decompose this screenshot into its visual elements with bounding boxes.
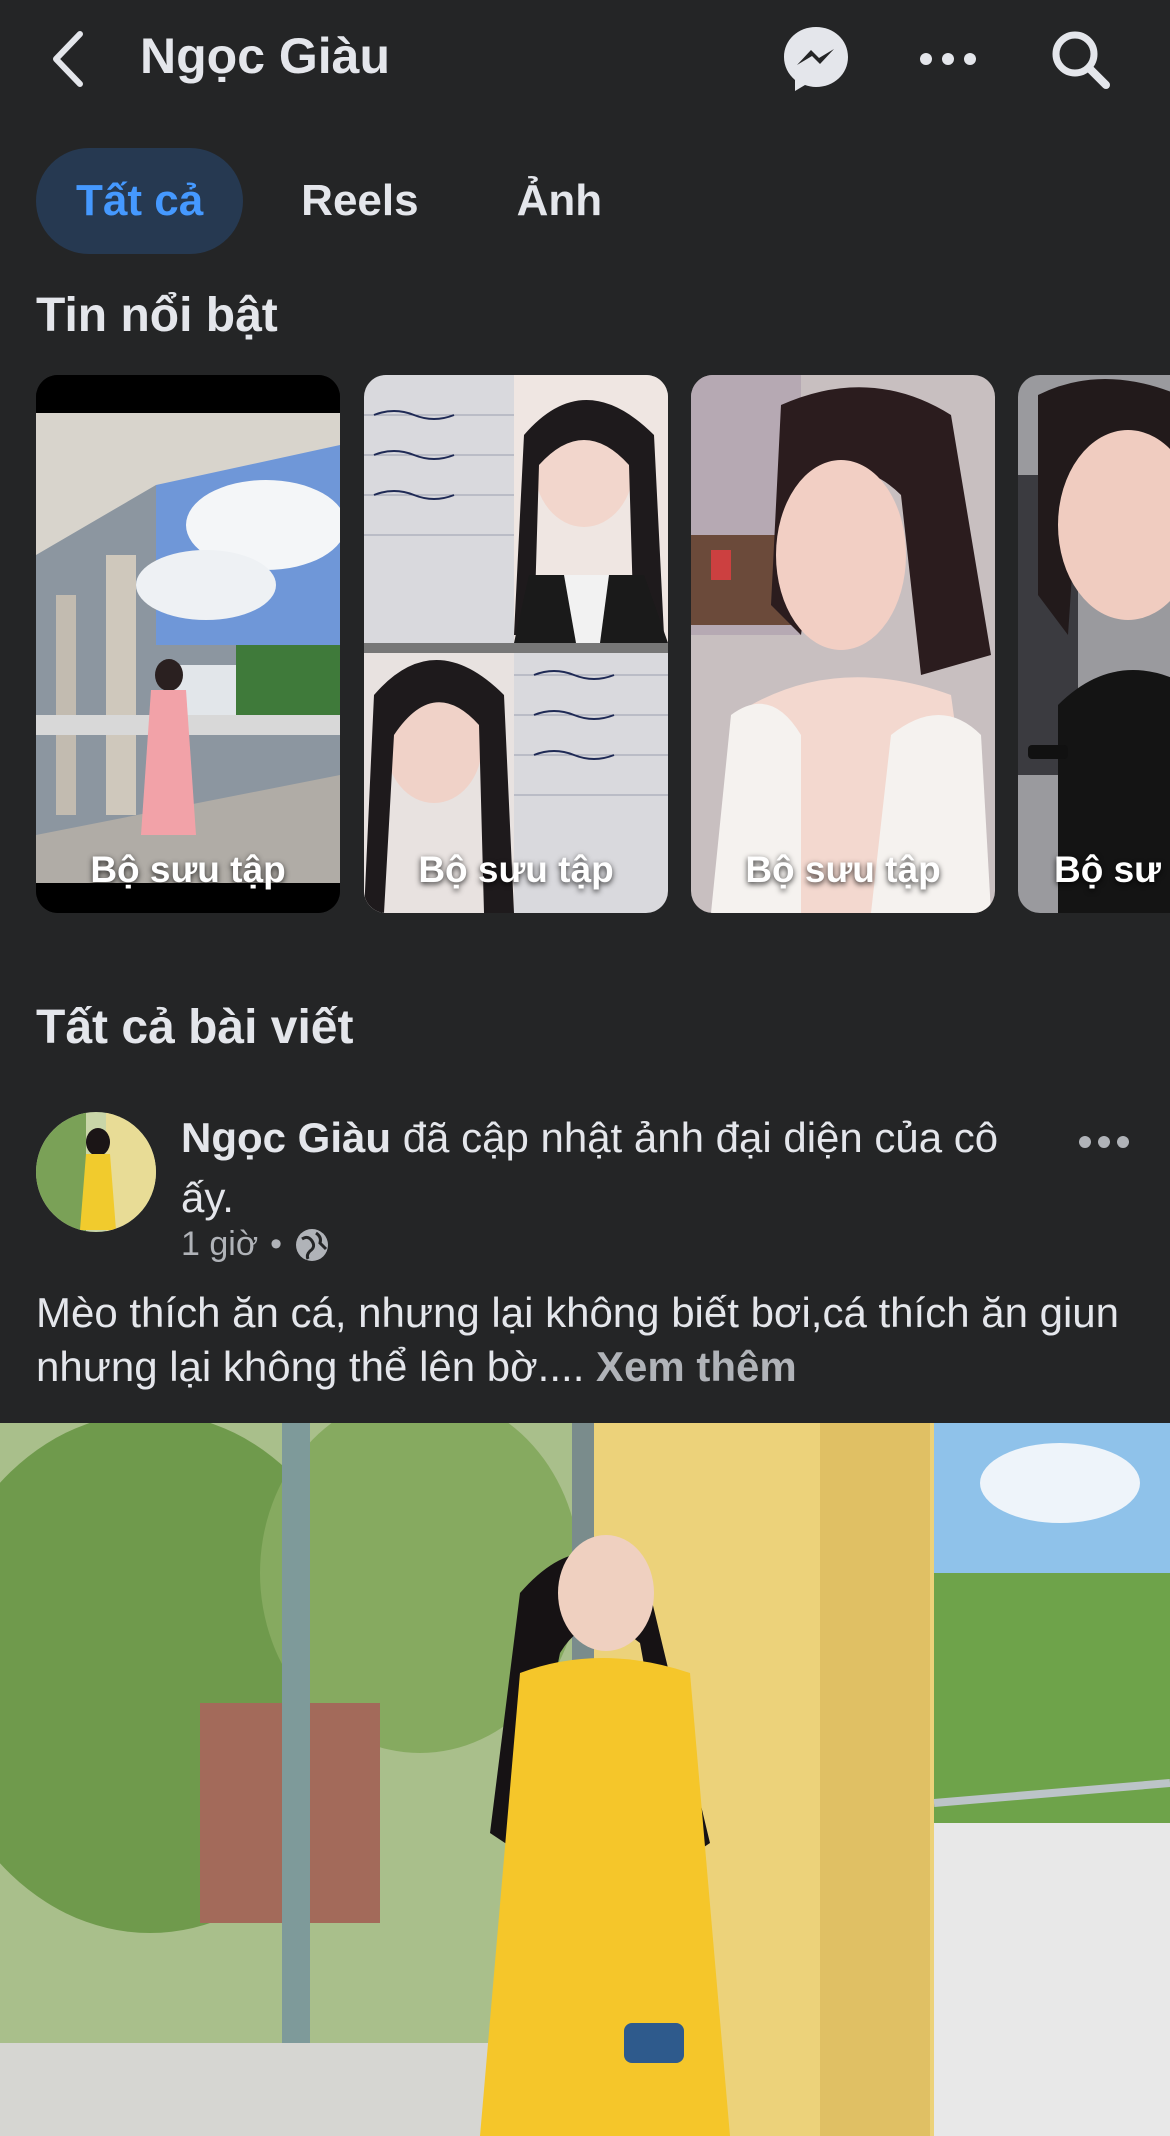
post-photo-image [0,1423,1170,2136]
highlight-thumbnail-3 [691,375,995,913]
post-body: Mèo thích ăn cá, nhưng lại không biết bơ… [36,1286,1146,1394]
highlight-label-4: Bộ sư [1054,849,1161,890]
search-button[interactable] [1042,24,1118,94]
post-author-avatar[interactable] [36,1112,156,1232]
post-text: Mèo thích ăn cá, nhưng lại không biết bơ… [36,1289,1120,1390]
more-horizontal-icon [1079,1136,1129,1148]
globe-icon [296,1228,329,1261]
highlight-label-2: Bộ sưu tập [418,849,614,890]
search-icon [1052,31,1110,89]
page-title: Ngọc Giàu [140,28,391,84]
highlights-carousel: Bộ sưu tập Bộ sưu tập Bộ sưu tập Bộ sư [36,375,1170,915]
top-bar: Ngọc Giàu [0,0,1170,115]
messenger-button[interactable] [778,24,854,94]
highlights-title: Tin nổi bật [36,289,278,342]
highlight-thumbnail-1 [36,375,340,913]
post-options-button[interactable] [1072,1120,1136,1164]
more-options-button[interactable] [910,24,986,94]
post-author-name[interactable]: Ngọc Giàu [181,1114,391,1161]
highlight-label-1: Bộ sưu tập [90,849,286,890]
filter-tabs: Tất cả Reels Ảnh [36,148,642,254]
post-time[interactable]: 1 giờ [181,1225,258,1264]
messenger-icon [784,27,848,91]
tab-reels[interactable]: Reels [261,148,458,254]
avatar-image [36,1112,156,1232]
post-meta: 1 giờ • [181,1225,330,1264]
highlight-thumbnail-2 [364,375,668,913]
tab-all[interactable]: Tất cả [36,148,244,254]
highlight-card-2[interactable]: Bộ sưu tập [364,375,668,913]
all-posts-title: Tất cả bài viết [36,1001,354,1054]
highlight-label-3: Bộ sưu tập [745,849,941,890]
highlight-card-4[interactable]: Bộ sư [1018,375,1170,913]
highlight-card-3[interactable]: Bộ sưu tập [691,375,995,913]
meta-separator: • [270,1225,283,1263]
post-header-text: Ngọc Giàu đã cập nhật ảnh đại diện của c… [181,1108,1041,1228]
post-photo[interactable] [0,1423,1170,2136]
highlight-card-1[interactable]: Bộ sưu tập [36,375,340,913]
more-horizontal-icon [920,53,976,65]
see-more-link[interactable]: Xem thêm [596,1343,797,1390]
back-chevron-icon [53,31,83,87]
highlight-thumbnail-4 [1018,375,1170,913]
tab-photos[interactable]: Ảnh [477,148,643,254]
back-button[interactable] [44,24,94,94]
